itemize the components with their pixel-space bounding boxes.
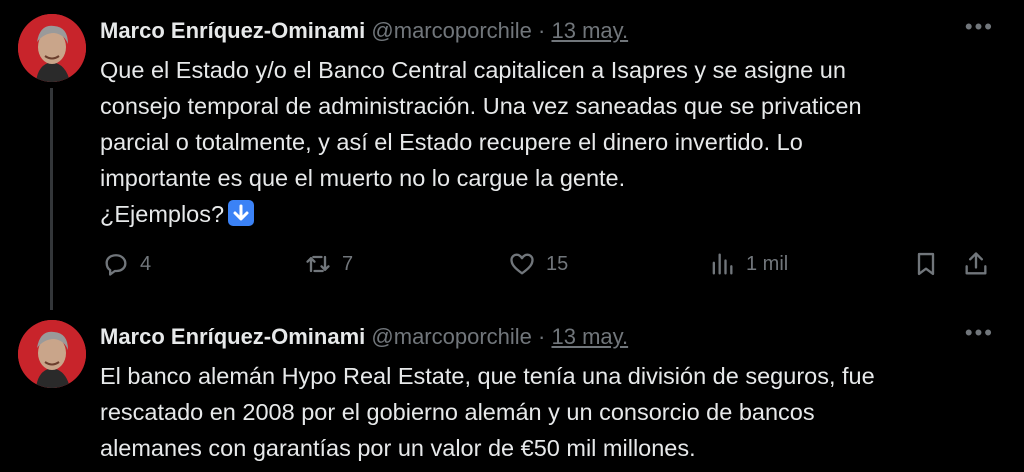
author-name[interactable]: Marco Enríquez-Ominami (100, 18, 365, 43)
avatar[interactable] (18, 14, 86, 82)
author-name[interactable]: Marco Enríquez-Ominami (100, 324, 365, 349)
like-button[interactable]: 15 (508, 250, 568, 278)
tweet[interactable]: Marco Enríquez-Ominami @marcoporchile · … (0, 0, 1024, 310)
tweet-header: Marco Enríquez-Ominami @marcoporchile · … (100, 322, 628, 352)
more-horizontal-icon[interactable]: ••• (965, 320, 994, 346)
bookmark-button[interactable] (912, 250, 940, 278)
tweet-text-line: ¿Ejemplos? (100, 196, 980, 232)
share-icon (965, 252, 987, 275)
tweet-text: El banco alemán Hypo Real Estate, que te… (100, 358, 980, 466)
author-handle[interactable]: @marcoporchile (371, 324, 532, 349)
tweet-text-line: parcial o totalmente, y así el Estado re… (100, 129, 803, 155)
reply-button[interactable]: 4 (102, 250, 151, 278)
tweet-date[interactable]: 13 may. (551, 18, 628, 43)
tweet-actions: 4 7 15 1 mil (0, 244, 1024, 284)
view-count: 1 mil (746, 252, 789, 275)
reply-icon (105, 254, 127, 276)
tweet-text-line: importante es que el muerto no lo cargue… (100, 165, 626, 191)
reply-count: 4 (140, 252, 152, 275)
more-horizontal-icon[interactable]: ••• (965, 14, 994, 40)
tweet-header: Marco Enríquez-Ominami @marcoporchile · … (100, 16, 628, 46)
tweet[interactable]: Marco Enríquez-Ominami @marcoporchile · … (0, 310, 1024, 472)
views-button[interactable]: 1 mil (708, 250, 788, 278)
heart-icon (510, 253, 534, 275)
tweet-text-line: consejo temporal de administración. Una … (100, 93, 862, 119)
tweet-text-line: rescatado en 2008 por el gobierno alemán… (100, 399, 815, 425)
like-count: 15 (546, 252, 569, 275)
tweet-date[interactable]: 13 may. (551, 324, 628, 349)
author-handle[interactable]: @marcoporchile (371, 18, 532, 43)
down-arrow-emoji-icon (228, 200, 255, 226)
tweet-text: Que el Estado y/o el Banco Central capit… (100, 52, 980, 232)
separator: · (538, 324, 546, 349)
tweet-text-line: alemanes con garantías por un valor de €… (100, 435, 696, 461)
repost-button[interactable]: 7 (304, 250, 353, 278)
repost-count: 7 (342, 252, 354, 275)
separator: · (538, 18, 546, 43)
bookmark-icon (917, 252, 935, 276)
tweet-text-line: El banco alemán Hypo Real Estate, que te… (100, 363, 875, 389)
share-button[interactable] (962, 250, 990, 278)
analytics-icon (712, 253, 733, 275)
repost-icon (306, 255, 330, 273)
avatar[interactable] (18, 320, 86, 388)
tweet-text-line: Que el Estado y/o el Banco Central capit… (100, 57, 846, 83)
tweet-text-line-5: ¿Ejemplos? (100, 201, 225, 227)
